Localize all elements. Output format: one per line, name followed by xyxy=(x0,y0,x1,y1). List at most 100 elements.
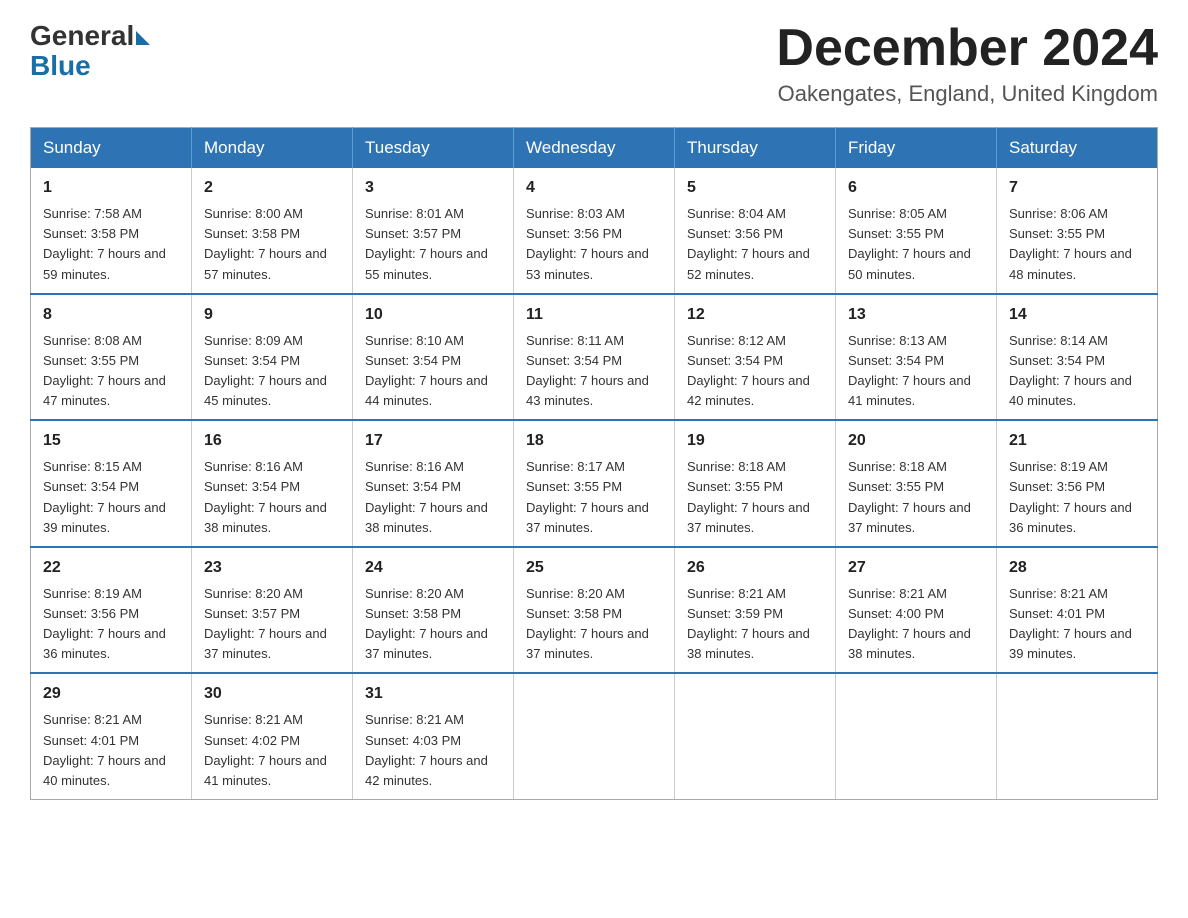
calendar-day-cell xyxy=(675,673,836,799)
day-number: 31 xyxy=(365,682,501,706)
calendar-day-cell: 30 Sunrise: 8:21 AMSunset: 4:02 PMDaylig… xyxy=(192,673,353,799)
calendar-day-cell xyxy=(836,673,997,799)
weekday-header-monday: Monday xyxy=(192,128,353,169)
day-info: Sunrise: 8:21 AMSunset: 4:00 PMDaylight:… xyxy=(848,586,971,661)
day-info: Sunrise: 8:21 AMSunset: 3:59 PMDaylight:… xyxy=(687,586,810,661)
weekday-header-wednesday: Wednesday xyxy=(514,128,675,169)
weekday-header-saturday: Saturday xyxy=(997,128,1158,169)
day-number: 22 xyxy=(43,556,179,580)
weekday-header-tuesday: Tuesday xyxy=(353,128,514,169)
logo: General Blue xyxy=(30,20,150,82)
day-number: 28 xyxy=(1009,556,1145,580)
day-number: 20 xyxy=(848,429,984,453)
day-number: 19 xyxy=(687,429,823,453)
day-number: 3 xyxy=(365,176,501,200)
day-info: Sunrise: 7:58 AMSunset: 3:58 PMDaylight:… xyxy=(43,206,166,281)
day-info: Sunrise: 8:03 AMSunset: 3:56 PMDaylight:… xyxy=(526,206,649,281)
calendar-day-cell: 13 Sunrise: 8:13 AMSunset: 3:54 PMDaylig… xyxy=(836,294,997,421)
calendar-day-cell: 26 Sunrise: 8:21 AMSunset: 3:59 PMDaylig… xyxy=(675,547,836,674)
calendar-day-cell: 21 Sunrise: 8:19 AMSunset: 3:56 PMDaylig… xyxy=(997,420,1158,547)
day-info: Sunrise: 8:11 AMSunset: 3:54 PMDaylight:… xyxy=(526,333,649,408)
calendar-table: SundayMondayTuesdayWednesdayThursdayFrid… xyxy=(30,127,1158,800)
calendar-day-cell xyxy=(514,673,675,799)
day-number: 24 xyxy=(365,556,501,580)
calendar-day-cell: 17 Sunrise: 8:16 AMSunset: 3:54 PMDaylig… xyxy=(353,420,514,547)
location-title: Oakengates, England, United Kingdom xyxy=(776,81,1158,107)
calendar-day-cell: 24 Sunrise: 8:20 AMSunset: 3:58 PMDaylig… xyxy=(353,547,514,674)
calendar-day-cell: 20 Sunrise: 8:18 AMSunset: 3:55 PMDaylig… xyxy=(836,420,997,547)
month-title: December 2024 xyxy=(776,20,1158,77)
calendar-day-cell xyxy=(997,673,1158,799)
day-number: 10 xyxy=(365,303,501,327)
day-number: 21 xyxy=(1009,429,1145,453)
day-number: 26 xyxy=(687,556,823,580)
calendar-day-cell: 25 Sunrise: 8:20 AMSunset: 3:58 PMDaylig… xyxy=(514,547,675,674)
day-info: Sunrise: 8:20 AMSunset: 3:58 PMDaylight:… xyxy=(365,586,488,661)
weekday-header-row: SundayMondayTuesdayWednesdayThursdayFrid… xyxy=(31,128,1158,169)
day-number: 13 xyxy=(848,303,984,327)
day-info: Sunrise: 8:08 AMSunset: 3:55 PMDaylight:… xyxy=(43,333,166,408)
day-info: Sunrise: 8:20 AMSunset: 3:57 PMDaylight:… xyxy=(204,586,327,661)
day-number: 27 xyxy=(848,556,984,580)
day-info: Sunrise: 8:18 AMSunset: 3:55 PMDaylight:… xyxy=(848,459,971,534)
calendar-day-cell: 31 Sunrise: 8:21 AMSunset: 4:03 PMDaylig… xyxy=(353,673,514,799)
calendar-week-row: 29 Sunrise: 8:21 AMSunset: 4:01 PMDaylig… xyxy=(31,673,1158,799)
day-info: Sunrise: 8:21 AMSunset: 4:02 PMDaylight:… xyxy=(204,712,327,787)
day-info: Sunrise: 8:06 AMSunset: 3:55 PMDaylight:… xyxy=(1009,206,1132,281)
day-number: 29 xyxy=(43,682,179,706)
calendar-week-row: 8 Sunrise: 8:08 AMSunset: 3:55 PMDayligh… xyxy=(31,294,1158,421)
day-number: 11 xyxy=(526,303,662,327)
calendar-day-cell: 12 Sunrise: 8:12 AMSunset: 3:54 PMDaylig… xyxy=(675,294,836,421)
calendar-day-cell: 7 Sunrise: 8:06 AMSunset: 3:55 PMDayligh… xyxy=(997,168,1158,294)
day-number: 30 xyxy=(204,682,340,706)
day-info: Sunrise: 8:12 AMSunset: 3:54 PMDaylight:… xyxy=(687,333,810,408)
logo-blue-text: Blue xyxy=(30,50,91,82)
calendar-week-row: 15 Sunrise: 8:15 AMSunset: 3:54 PMDaylig… xyxy=(31,420,1158,547)
day-number: 9 xyxy=(204,303,340,327)
calendar-day-cell: 22 Sunrise: 8:19 AMSunset: 3:56 PMDaylig… xyxy=(31,547,192,674)
day-number: 5 xyxy=(687,176,823,200)
calendar-day-cell: 28 Sunrise: 8:21 AMSunset: 4:01 PMDaylig… xyxy=(997,547,1158,674)
day-info: Sunrise: 8:21 AMSunset: 4:01 PMDaylight:… xyxy=(43,712,166,787)
day-info: Sunrise: 8:09 AMSunset: 3:54 PMDaylight:… xyxy=(204,333,327,408)
calendar-day-cell: 3 Sunrise: 8:01 AMSunset: 3:57 PMDayligh… xyxy=(353,168,514,294)
day-info: Sunrise: 8:20 AMSunset: 3:58 PMDaylight:… xyxy=(526,586,649,661)
calendar-day-cell: 15 Sunrise: 8:15 AMSunset: 3:54 PMDaylig… xyxy=(31,420,192,547)
calendar-day-cell: 23 Sunrise: 8:20 AMSunset: 3:57 PMDaylig… xyxy=(192,547,353,674)
day-number: 12 xyxy=(687,303,823,327)
day-info: Sunrise: 8:14 AMSunset: 3:54 PMDaylight:… xyxy=(1009,333,1132,408)
logo-general-text: General xyxy=(30,20,134,52)
day-number: 1 xyxy=(43,176,179,200)
day-info: Sunrise: 8:04 AMSunset: 3:56 PMDaylight:… xyxy=(687,206,810,281)
calendar-day-cell: 2 Sunrise: 8:00 AMSunset: 3:58 PMDayligh… xyxy=(192,168,353,294)
day-info: Sunrise: 8:17 AMSunset: 3:55 PMDaylight:… xyxy=(526,459,649,534)
title-section: December 2024 Oakengates, England, Unite… xyxy=(776,20,1158,107)
day-info: Sunrise: 8:13 AMSunset: 3:54 PMDaylight:… xyxy=(848,333,971,408)
day-number: 23 xyxy=(204,556,340,580)
logo-arrow-icon xyxy=(136,31,150,45)
day-info: Sunrise: 8:05 AMSunset: 3:55 PMDaylight:… xyxy=(848,206,971,281)
calendar-day-cell: 5 Sunrise: 8:04 AMSunset: 3:56 PMDayligh… xyxy=(675,168,836,294)
day-number: 15 xyxy=(43,429,179,453)
day-info: Sunrise: 8:16 AMSunset: 3:54 PMDaylight:… xyxy=(204,459,327,534)
calendar-day-cell: 14 Sunrise: 8:14 AMSunset: 3:54 PMDaylig… xyxy=(997,294,1158,421)
weekday-header-friday: Friday xyxy=(836,128,997,169)
day-info: Sunrise: 8:00 AMSunset: 3:58 PMDaylight:… xyxy=(204,206,327,281)
calendar-week-row: 22 Sunrise: 8:19 AMSunset: 3:56 PMDaylig… xyxy=(31,547,1158,674)
calendar-day-cell: 29 Sunrise: 8:21 AMSunset: 4:01 PMDaylig… xyxy=(31,673,192,799)
calendar-day-cell: 19 Sunrise: 8:18 AMSunset: 3:55 PMDaylig… xyxy=(675,420,836,547)
calendar-day-cell: 16 Sunrise: 8:16 AMSunset: 3:54 PMDaylig… xyxy=(192,420,353,547)
day-info: Sunrise: 8:10 AMSunset: 3:54 PMDaylight:… xyxy=(365,333,488,408)
page-header: General Blue December 2024 Oakengates, E… xyxy=(30,20,1158,107)
day-number: 17 xyxy=(365,429,501,453)
calendar-day-cell: 6 Sunrise: 8:05 AMSunset: 3:55 PMDayligh… xyxy=(836,168,997,294)
calendar-day-cell: 8 Sunrise: 8:08 AMSunset: 3:55 PMDayligh… xyxy=(31,294,192,421)
calendar-day-cell: 18 Sunrise: 8:17 AMSunset: 3:55 PMDaylig… xyxy=(514,420,675,547)
day-number: 14 xyxy=(1009,303,1145,327)
day-number: 16 xyxy=(204,429,340,453)
day-number: 2 xyxy=(204,176,340,200)
calendar-day-cell: 1 Sunrise: 7:58 AMSunset: 3:58 PMDayligh… xyxy=(31,168,192,294)
day-info: Sunrise: 8:18 AMSunset: 3:55 PMDaylight:… xyxy=(687,459,810,534)
day-number: 8 xyxy=(43,303,179,327)
calendar-day-cell: 27 Sunrise: 8:21 AMSunset: 4:00 PMDaylig… xyxy=(836,547,997,674)
